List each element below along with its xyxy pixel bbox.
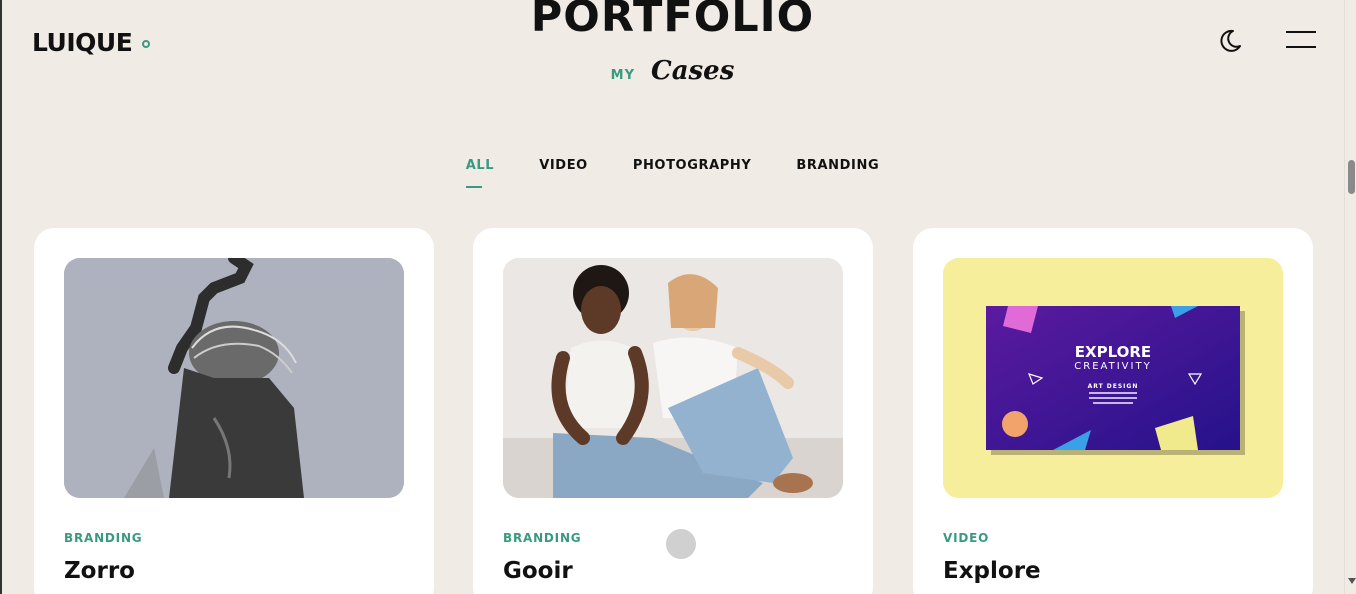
card-image[interactable] [64, 258, 404, 498]
moon-icon [1220, 29, 1241, 52]
portfolio-card[interactable]: EXPLORE CREATIVITY ART DESIGN VIDEO Expl… [913, 228, 1313, 594]
filter-photography[interactable]: PHOTOGRAPHY [633, 158, 752, 173]
filter-branding[interactable]: BRANDING [796, 158, 879, 173]
filter-all[interactable]: ALL [465, 158, 494, 188]
scroll-down-arrow-icon[interactable] [1348, 578, 1356, 584]
poster-headline: EXPLORE [1075, 343, 1151, 361]
window-edge [0, 0, 2, 594]
card-title[interactable]: Zorro [64, 558, 135, 584]
card-image[interactable] [503, 258, 843, 498]
theme-toggle-button[interactable] [1216, 27, 1244, 55]
custom-cursor [666, 529, 696, 559]
subtitle-script: Cases [651, 56, 735, 86]
card-category: VIDEO [943, 531, 990, 545]
page-title: PORTFOLIO [530, 0, 815, 42]
portfolio-card[interactable]: BRANDING Zorro [34, 228, 434, 594]
page-subtitle: MY Cases [0, 56, 1345, 86]
card-category: BRANDING [503, 531, 582, 545]
filter-video[interactable]: VIDEO [539, 158, 588, 173]
card-title[interactable]: Explore [943, 558, 1041, 584]
subtitle-small: MY [610, 68, 635, 83]
poster-subheadline: CREATIVITY [1074, 361, 1151, 372]
vertical-scrollbar[interactable] [1344, 0, 1356, 594]
filter-tabs: ALL VIDEO PHOTOGRAPHY BRANDING [0, 158, 1345, 188]
card-category: BRANDING [64, 531, 143, 545]
card-image[interactable]: EXPLORE CREATIVITY ART DESIGN [943, 258, 1283, 498]
poster-tag: ART DESIGN [1088, 383, 1139, 390]
hamburger-menu-icon[interactable] [1286, 31, 1316, 49]
card-title[interactable]: Gooir [503, 558, 573, 584]
scrollbar-thumb[interactable] [1348, 160, 1355, 194]
